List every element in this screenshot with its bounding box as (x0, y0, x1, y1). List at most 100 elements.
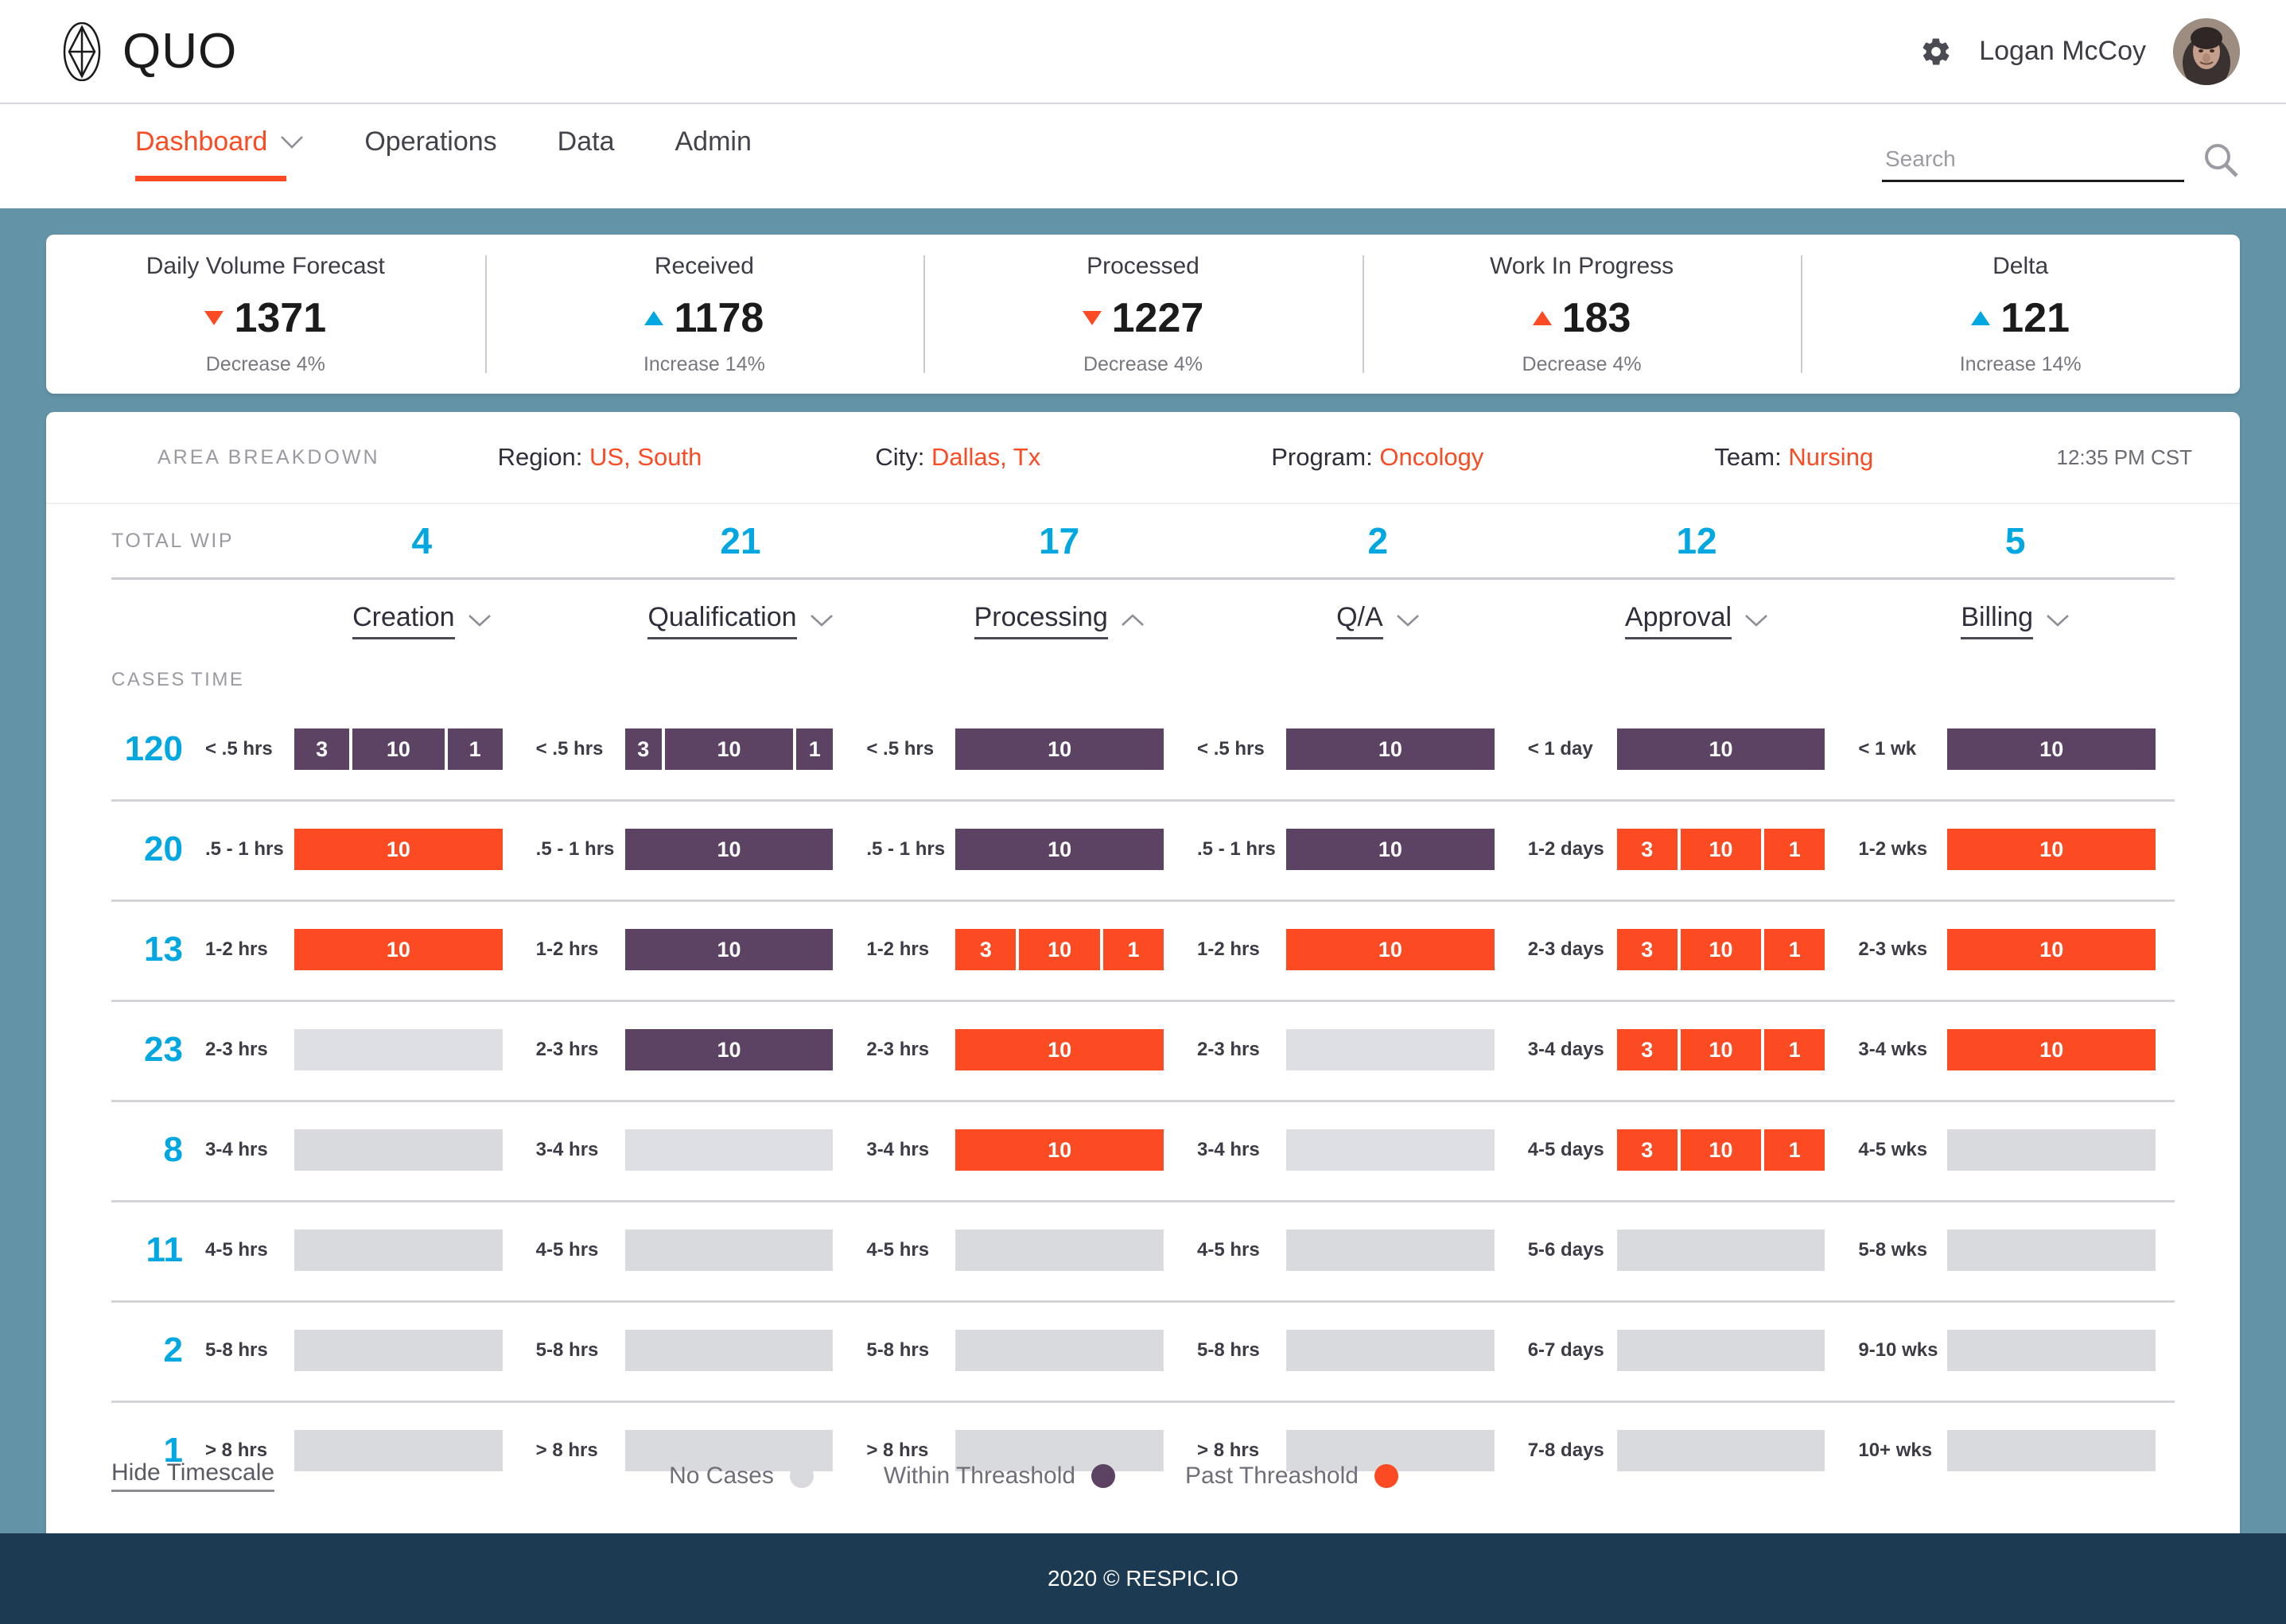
bar-segment[interactable] (1286, 1230, 1495, 1271)
bar-segment[interactable]: 10 (624, 829, 834, 870)
bar-track: 3 10 1 (1616, 829, 1825, 870)
gear-icon[interactable] (1920, 36, 1952, 68)
bar-track (294, 1029, 503, 1070)
bar-segment[interactable]: 10 (1680, 1029, 1762, 1070)
stage-cell-processing: 5-8 hrs (852, 1330, 1183, 1371)
bar-segment[interactable]: 10 (1947, 1029, 2156, 1070)
bar-segment[interactable]: 10 (294, 929, 503, 970)
stage-header-creation[interactable]: Creation (262, 602, 581, 639)
bar-segment[interactable]: 1 (1764, 829, 1825, 870)
bar-segment[interactable] (1947, 1129, 2156, 1171)
bar-segment[interactable]: 10 (1947, 829, 2156, 870)
kpi-daily-volume-forecast[interactable]: Daily Volume Forecast 1371 Decrease 4% (46, 235, 485, 394)
bar-track: 3 10 1 (294, 728, 503, 770)
bar-segment[interactable]: 10 (294, 829, 503, 870)
bar-segment[interactable]: 10 (955, 728, 1164, 770)
bar-segment[interactable] (294, 1129, 503, 1171)
bar-segment[interactable]: 3 (294, 728, 350, 770)
bar-segment[interactable]: 10 (1947, 929, 2156, 970)
bar-segment[interactable]: 10 (664, 728, 794, 770)
chevron-down-icon[interactable] (1396, 613, 1420, 627)
hide-timescale-link[interactable]: Hide Timescale (111, 1459, 275, 1492)
search-icon[interactable] (2202, 141, 2240, 179)
bar-segment[interactable]: 10 (352, 728, 445, 770)
bar-segment[interactable] (624, 1330, 834, 1371)
bar-segment[interactable]: 10 (1286, 728, 1495, 770)
kpi-received[interactable]: Received 1178 Increase 14% (484, 235, 924, 394)
bar-segment[interactable] (294, 1029, 503, 1070)
user-name[interactable]: Logan McCoy (1979, 36, 2146, 67)
bar-segment[interactable]: 3 (1616, 1029, 1678, 1070)
stage-header-qualification[interactable]: Qualification (581, 602, 900, 639)
bar-track: 10 (294, 829, 503, 870)
bar-segment[interactable] (1947, 1330, 2156, 1371)
bar-segment[interactable]: 1 (1102, 929, 1164, 970)
filter-city[interactable]: City: Dallas, Tx (875, 443, 1040, 472)
bar-segment[interactable]: 10 (1286, 829, 1495, 870)
cases-column-label: CASES (111, 669, 186, 690)
bar-segment[interactable]: 10 (1019, 929, 1100, 970)
chevron-up-icon[interactable] (1121, 613, 1145, 627)
bar-segment[interactable] (294, 1230, 503, 1271)
bar-segment[interactable]: 3 (955, 929, 1017, 970)
time-bucket-label: < 1 day (1527, 738, 1593, 760)
bar-segment[interactable]: 10 (1680, 829, 1762, 870)
bar-segment[interactable]: 3 (1616, 929, 1678, 970)
bar-segment[interactable] (624, 1230, 834, 1271)
chevron-down-icon[interactable] (810, 613, 834, 627)
chevron-down-icon[interactable] (468, 613, 492, 627)
bar-segment[interactable]: 1 (1764, 1029, 1825, 1070)
stage-header-qa[interactable]: Q/A (1219, 602, 1538, 639)
brand[interactable]: QUO (52, 21, 237, 81)
nav-item-admin[interactable]: Admin (675, 126, 752, 181)
nav-item-dashboard[interactable]: Dashboard (135, 126, 304, 181)
stage-cell-q-a: 3-4 hrs (1183, 1129, 1514, 1171)
legend-item-within-threshold: Within Threashold (884, 1463, 1116, 1490)
stage-header-processing[interactable]: Processing (900, 602, 1219, 639)
bar-segment[interactable]: 10 (1680, 1129, 1762, 1171)
stage-header-billing[interactable]: Billing (1856, 602, 2175, 639)
kpi-delta[interactable]: Delta 121 Increase 14% (1801, 235, 2240, 394)
bar-segment[interactable]: 10 (1947, 728, 2156, 770)
bar-segment[interactable] (1616, 1230, 1825, 1271)
bar-segment[interactable]: 1 (1764, 1129, 1825, 1171)
kpi-processed[interactable]: Processed 1227 Decrease 4% (923, 235, 1363, 394)
bar-segment[interactable] (955, 1230, 1164, 1271)
bar-segment[interactable] (1286, 1129, 1495, 1171)
bar-segment[interactable]: 3 (624, 728, 662, 770)
filter-region[interactable]: Region: US, South (498, 443, 702, 472)
bar-segment[interactable]: 10 (624, 929, 834, 970)
bar-segment[interactable] (1947, 1230, 2156, 1271)
search-input[interactable] (1882, 146, 2184, 182)
bar-segment[interactable]: 10 (1286, 929, 1495, 970)
chevron-down-icon[interactable] (1744, 613, 1768, 627)
bar-segment[interactable]: 10 (1616, 728, 1825, 770)
nav-item-data[interactable]: Data (558, 126, 615, 181)
bar-segment[interactable]: 10 (955, 829, 1164, 870)
bar-segment[interactable] (294, 1330, 503, 1371)
nav-item-operations[interactable]: Operations (364, 126, 496, 181)
stage-name: Creation (352, 602, 455, 639)
bar-segment[interactable]: 10 (624, 1029, 834, 1070)
bar-segment[interactable] (624, 1129, 834, 1171)
bar-segment[interactable]: 1 (796, 728, 834, 770)
kpi-work-in-progress[interactable]: Work In Progress 183 Decrease 4% (1362, 235, 1802, 394)
bar-segment[interactable] (955, 1330, 1164, 1371)
bar-segment[interactable]: 3 (1616, 1129, 1678, 1171)
bar-segment[interactable]: 10 (955, 1129, 1164, 1171)
filter-program[interactable]: Program: Oncology (1271, 443, 1483, 472)
bar-segment[interactable]: 1 (447, 728, 503, 770)
time-bucket-label: 2-3 hrs (1197, 1039, 1260, 1060)
bar-segment[interactable] (1616, 1330, 1825, 1371)
bar-segment[interactable]: 3 (1616, 829, 1678, 870)
avatar[interactable] (2173, 17, 2240, 85)
bar-segment[interactable] (1286, 1330, 1495, 1371)
bar-segment[interactable] (1286, 1029, 1495, 1070)
bar-segment[interactable]: 1 (1764, 929, 1825, 970)
stage-cell-billing: 5-8 wks (1844, 1230, 2175, 1271)
bar-segment[interactable]: 10 (1680, 929, 1762, 970)
stage-header-approval[interactable]: Approval (1538, 602, 1856, 639)
bar-segment[interactable]: 10 (955, 1029, 1164, 1070)
chevron-down-icon[interactable] (2046, 613, 2070, 627)
filter-team[interactable]: Team: Nursing (1714, 443, 1873, 472)
